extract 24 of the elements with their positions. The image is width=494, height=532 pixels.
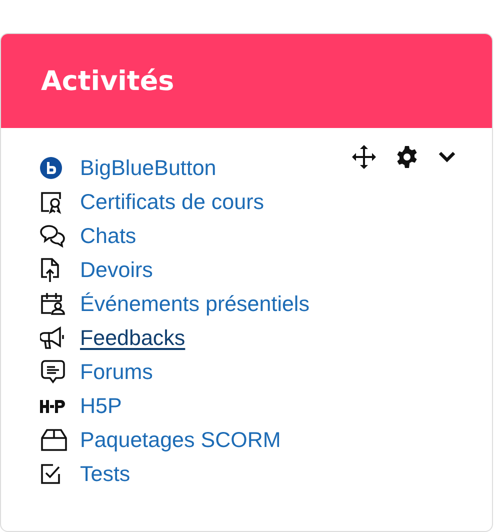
h5p-logo-icon	[40, 398, 66, 414]
activity-link[interactable]: BigBlueButton	[80, 156, 216, 180]
activity-link[interactable]: Certificats de cours	[80, 190, 264, 214]
activity-link[interactable]: Devoirs	[80, 258, 153, 282]
activity-link[interactable]: Chats	[80, 224, 136, 248]
bigbluebutton-icon	[40, 157, 62, 179]
block-title: Activités	[41, 66, 174, 96]
settings-icon[interactable]	[396, 146, 418, 168]
activity-link[interactable]: Forums	[80, 360, 153, 384]
activity-link[interactable]: Feedbacks	[80, 326, 186, 350]
speech-bubble-icon	[40, 359, 66, 385]
document-upload-icon	[40, 257, 60, 283]
chat-bubbles-icon	[40, 224, 66, 248]
certificate-icon	[40, 190, 64, 214]
activity-link[interactable]: Événements présentiels	[80, 292, 310, 316]
activity-link[interactable]: Tests	[80, 462, 130, 486]
checkbox-tick-icon	[40, 463, 62, 485]
move-icon[interactable]	[352, 145, 376, 169]
chevron-down-icon[interactable]	[438, 151, 456, 163]
calendar-person-icon	[40, 292, 66, 316]
megaphone-icon	[40, 326, 66, 350]
package-box-icon	[40, 428, 68, 452]
activity-link[interactable]: Paquetages SCORM	[80, 428, 281, 452]
activity-link[interactable]: H5P	[80, 394, 122, 418]
